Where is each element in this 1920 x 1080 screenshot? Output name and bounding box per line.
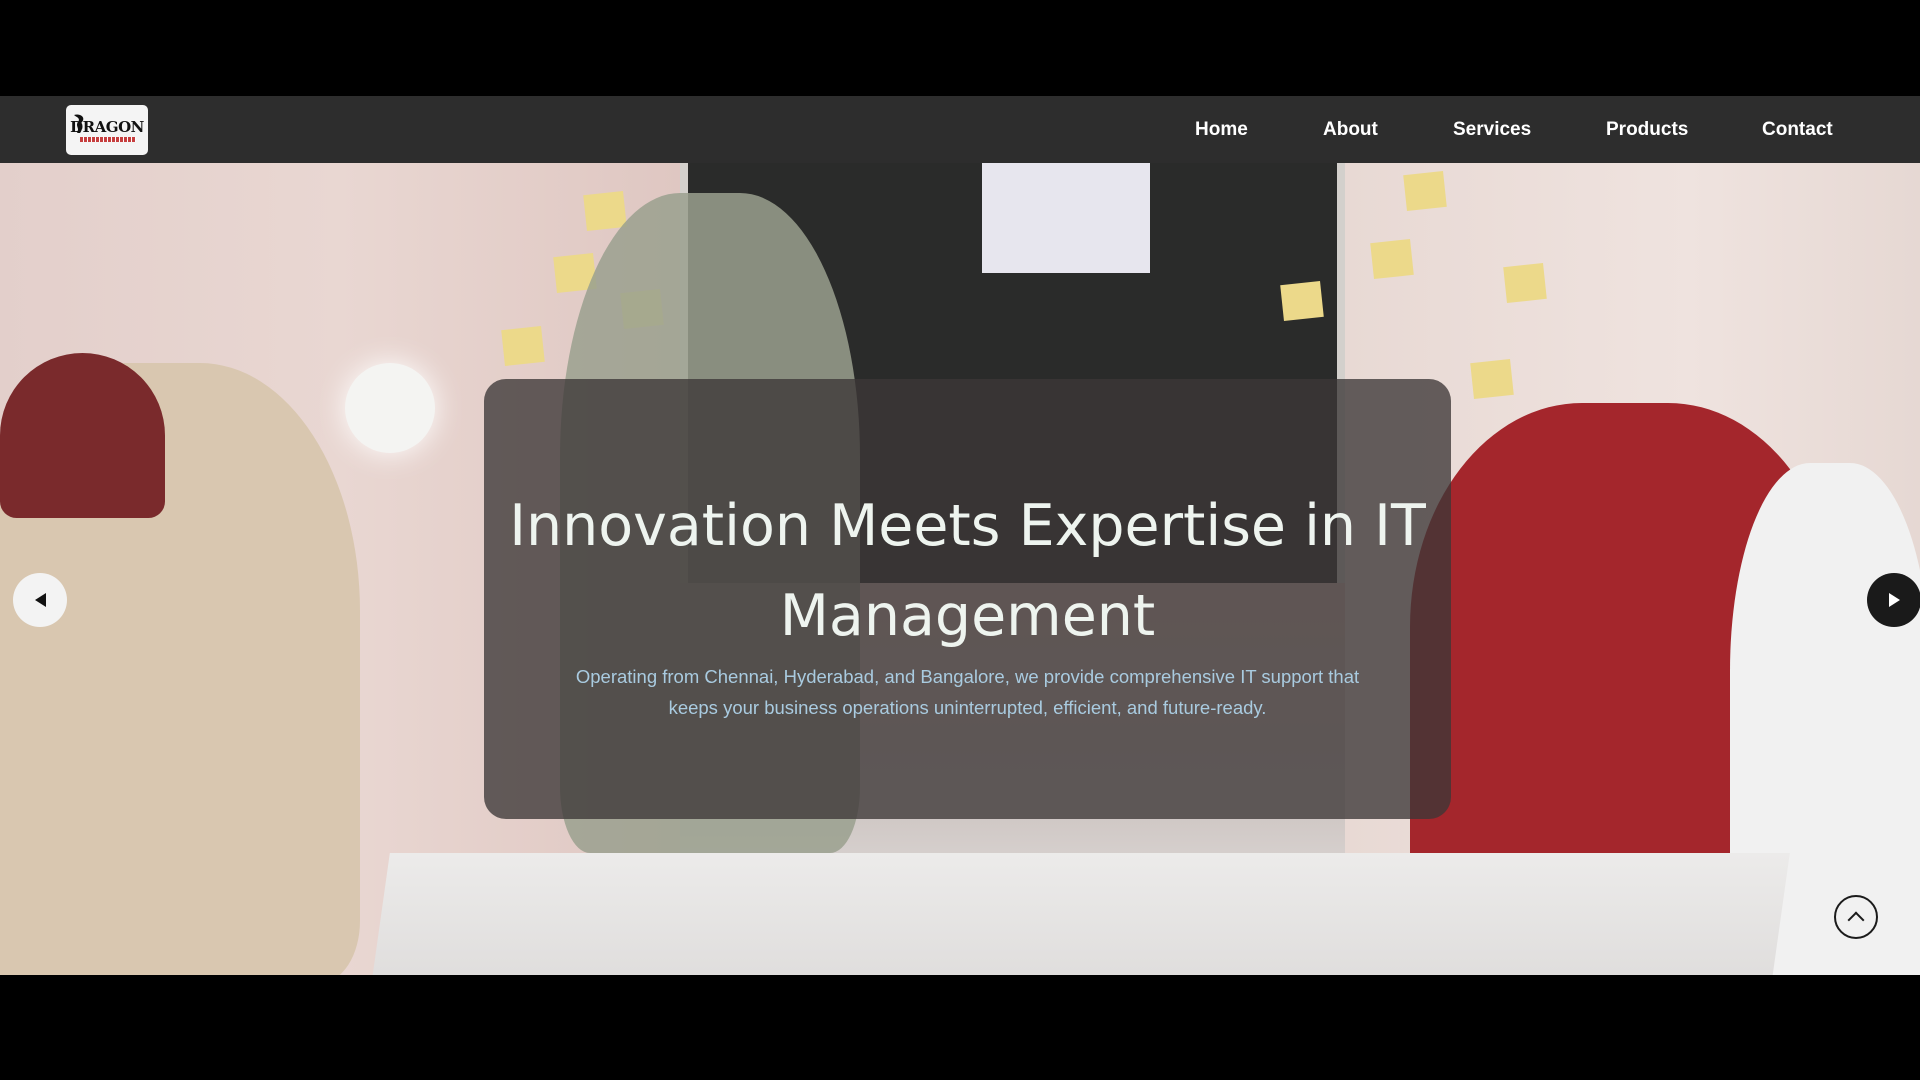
nav-link-home[interactable]: Home <box>1195 119 1248 141</box>
slider-next-button[interactable] <box>1867 573 1920 627</box>
chevron-up-icon <box>1847 911 1865 929</box>
bg-sticky-note <box>1280 281 1324 321</box>
hero-subtitle: Operating from Chennai, Hyderabad, and B… <box>524 661 1411 723</box>
bg-sticky-note <box>1470 359 1514 399</box>
hero-subtitle-line-1: Operating from Chennai, Hyderabad, and B… <box>575 666 1360 687</box>
site-logo[interactable]: DRAGON <box>66 105 148 155</box>
hero-subtitle-line-2: keeps your business operations uninterru… <box>668 697 1267 718</box>
hero-title-line-2: Management <box>779 583 1156 649</box>
nav-link-about[interactable]: About <box>1323 119 1378 141</box>
hero-title: Innovation Meets Expertise in IT Managem… <box>484 481 1451 661</box>
nav-link-services[interactable]: Services <box>1453 119 1531 141</box>
slider-prev-button[interactable] <box>13 573 67 627</box>
arrow-left-icon <box>34 593 46 607</box>
nav-link-contact[interactable]: Contact <box>1762 119 1833 141</box>
bg-paper <box>982 163 1150 273</box>
top-navbar: DRAGON Home About Services Products Cont… <box>0 96 1920 163</box>
hero-slider: Innovation Meets Expertise in IT Managem… <box>0 163 1920 975</box>
logo-tagline <box>80 137 136 142</box>
scroll-to-top-button[interactable] <box>1834 895 1878 939</box>
page-frame: DRAGON Home About Services Products Cont… <box>0 0 1920 1080</box>
bg-person-hat <box>0 353 165 518</box>
bg-sticky-note <box>1370 239 1414 279</box>
bg-table <box>370 853 1790 975</box>
bg-lamp <box>345 363 435 453</box>
hero-title-line-1: Innovation Meets Expertise in IT <box>509 493 1426 559</box>
bg-sticky-note <box>583 191 627 231</box>
dragon-icon <box>74 114 84 133</box>
nav-link-products[interactable]: Products <box>1606 119 1688 141</box>
bg-sticky-note <box>501 326 545 366</box>
bg-sticky-note <box>1503 263 1547 303</box>
arrow-right-icon <box>1888 593 1900 607</box>
bg-sticky-note <box>1403 171 1447 211</box>
hero-overlay-card: Innovation Meets Expertise in IT Managem… <box>484 379 1451 819</box>
